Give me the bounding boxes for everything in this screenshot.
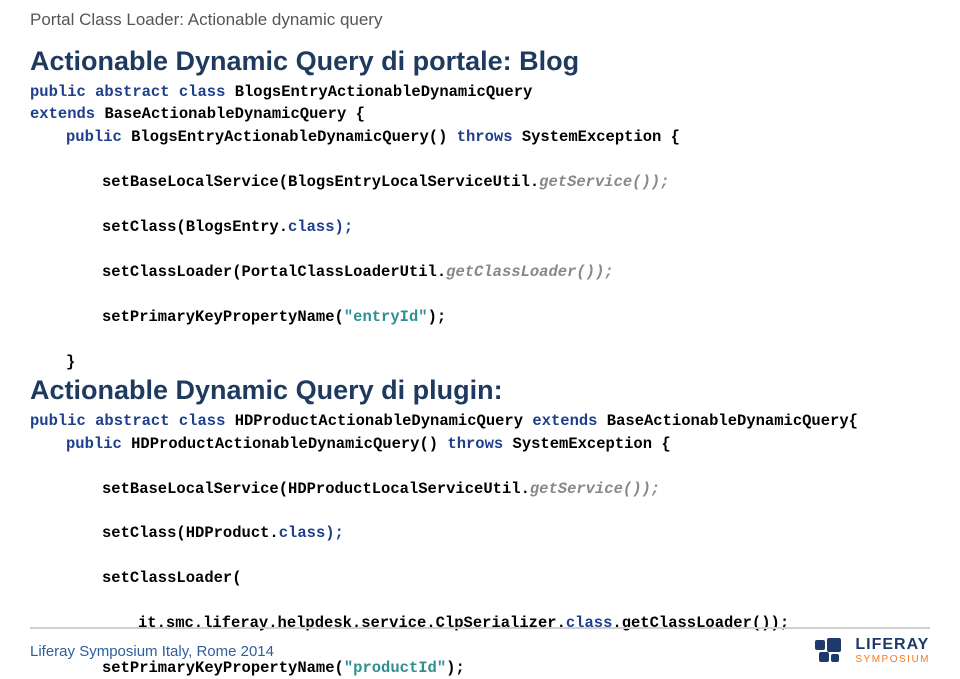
- class-name: BlogsEntryActionableDynamicQuery: [235, 83, 533, 101]
- close-brace: }: [66, 353, 75, 371]
- footer: Liferay Symposium Italy, Rome 2014 LIFER…: [30, 627, 930, 665]
- code-line: setClass(HDProduct.: [102, 524, 279, 542]
- ctor-name: HDProductActionableDynamicQuery(): [131, 435, 438, 453]
- string-literal: "entryId": [344, 308, 428, 326]
- kw-abstract: abstract: [95, 412, 169, 430]
- liferay-logo-text: LIFERAY SYMPOSIUM: [855, 637, 930, 665]
- base-class: BaseActionableDynamicQuery{: [607, 412, 858, 430]
- kw-public-ctor: public: [66, 128, 122, 146]
- code-call: getService());: [530, 480, 660, 498]
- kw-public: public: [30, 83, 86, 101]
- kw-extends: extends: [532, 412, 597, 430]
- heading-plugin: Actionable Dynamic Query di plugin:: [30, 375, 930, 406]
- liferay-logo-icon: [815, 638, 849, 664]
- liferay-logo: LIFERAY SYMPOSIUM: [815, 637, 930, 665]
- heading-portal-blog: Actionable Dynamic Query di portale: Blo…: [30, 46, 930, 77]
- code-line: setPrimaryKeyPropertyName(: [102, 308, 344, 326]
- code-call: getService());: [539, 173, 669, 191]
- footer-text: Liferay Symposium Italy, Rome 2014: [30, 643, 274, 660]
- slide: Portal Class Loader: Actionable dynamic …: [0, 0, 960, 679]
- code-line: setClassLoader(PortalClassLoaderUtil.: [102, 263, 446, 281]
- code-line: setBaseLocalService(BlogsEntryLocalServi…: [102, 173, 539, 191]
- kw-public-ctor: public: [66, 435, 122, 453]
- exception: SystemException {: [513, 435, 671, 453]
- code-line: );: [428, 308, 447, 326]
- class-name: HDProductActionableDynamicQuery: [235, 412, 523, 430]
- kw-throws: throws: [457, 128, 513, 146]
- ctor-name: BlogsEntryActionableDynamicQuery(): [131, 128, 447, 146]
- kw-extends: extends: [30, 105, 95, 123]
- code-call: getClassLoader());: [446, 263, 613, 281]
- kw-public: public: [30, 412, 86, 430]
- code-block-portal: public abstract class BlogsEntryActionab…: [30, 81, 930, 373]
- kw-abstract: abstract: [95, 83, 169, 101]
- code-line: setClass(BlogsEntry.: [102, 218, 288, 236]
- logo-line2: SYMPOSIUM: [855, 655, 930, 665]
- code-line: setClassLoader(: [102, 569, 242, 587]
- base-class: BaseActionableDynamicQuery {: [104, 105, 364, 123]
- slide-topic-label: Portal Class Loader: Actionable dynamic …: [30, 10, 930, 30]
- kw-classref: class);: [288, 218, 353, 236]
- kw-classref: class);: [279, 524, 344, 542]
- exception: SystemException {: [522, 128, 680, 146]
- logo-line1: LIFERAY: [855, 637, 930, 653]
- kw-class: class: [179, 412, 226, 430]
- code-line: setBaseLocalService(HDProductLocalServic…: [102, 480, 530, 498]
- kw-throws: throws: [447, 435, 503, 453]
- kw-class: class: [179, 83, 226, 101]
